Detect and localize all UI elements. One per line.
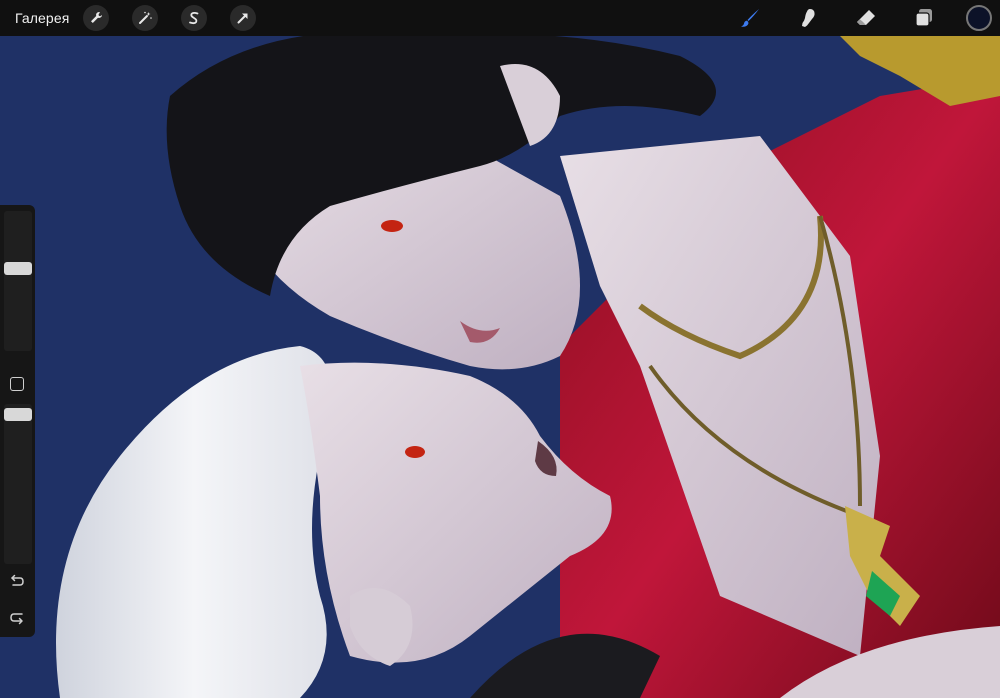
undo-arrow-icon — [11, 574, 24, 586]
top-toolbar: Галерея — [0, 0, 1000, 36]
gallery-button[interactable]: Галерея — [0, 10, 83, 26]
brush-size-slider[interactable] — [4, 211, 32, 351]
left-sidebar — [0, 205, 35, 637]
layers-icon — [915, 9, 932, 27]
transform-button[interactable] — [230, 5, 257, 31]
artwork-painting — [0, 36, 1000, 698]
selection-icon — [189, 11, 199, 25]
opacity-thumb[interactable] — [4, 408, 32, 421]
adjustments-button[interactable] — [132, 5, 159, 31]
selection-button[interactable] — [181, 5, 208, 31]
painting-tools — [706, 0, 1000, 36]
brush-tool-button[interactable] — [736, 4, 764, 32]
brush-icon — [741, 9, 759, 27]
actions-button[interactable] — [83, 5, 110, 31]
wrench-icon — [91, 12, 103, 23]
transform-arrow-icon — [237, 13, 248, 24]
color-picker-button[interactable] — [966, 5, 992, 31]
brush-size-thumb[interactable] — [4, 262, 32, 275]
eraser-icon — [857, 10, 875, 25]
drawing-canvas[interactable] — [0, 36, 1000, 698]
redo-button[interactable] — [8, 608, 26, 626]
magic-wand-icon — [139, 11, 153, 24]
modify-button[interactable] — [10, 377, 24, 391]
redo-arrow-icon — [10, 613, 23, 625]
layers-button[interactable] — [910, 4, 938, 32]
opacity-slider[interactable] — [4, 404, 32, 564]
undo-button[interactable] — [8, 573, 26, 591]
eraser-tool-button[interactable] — [852, 4, 880, 32]
smudge-tool-button[interactable] — [794, 4, 822, 32]
smudge-icon — [802, 9, 815, 27]
